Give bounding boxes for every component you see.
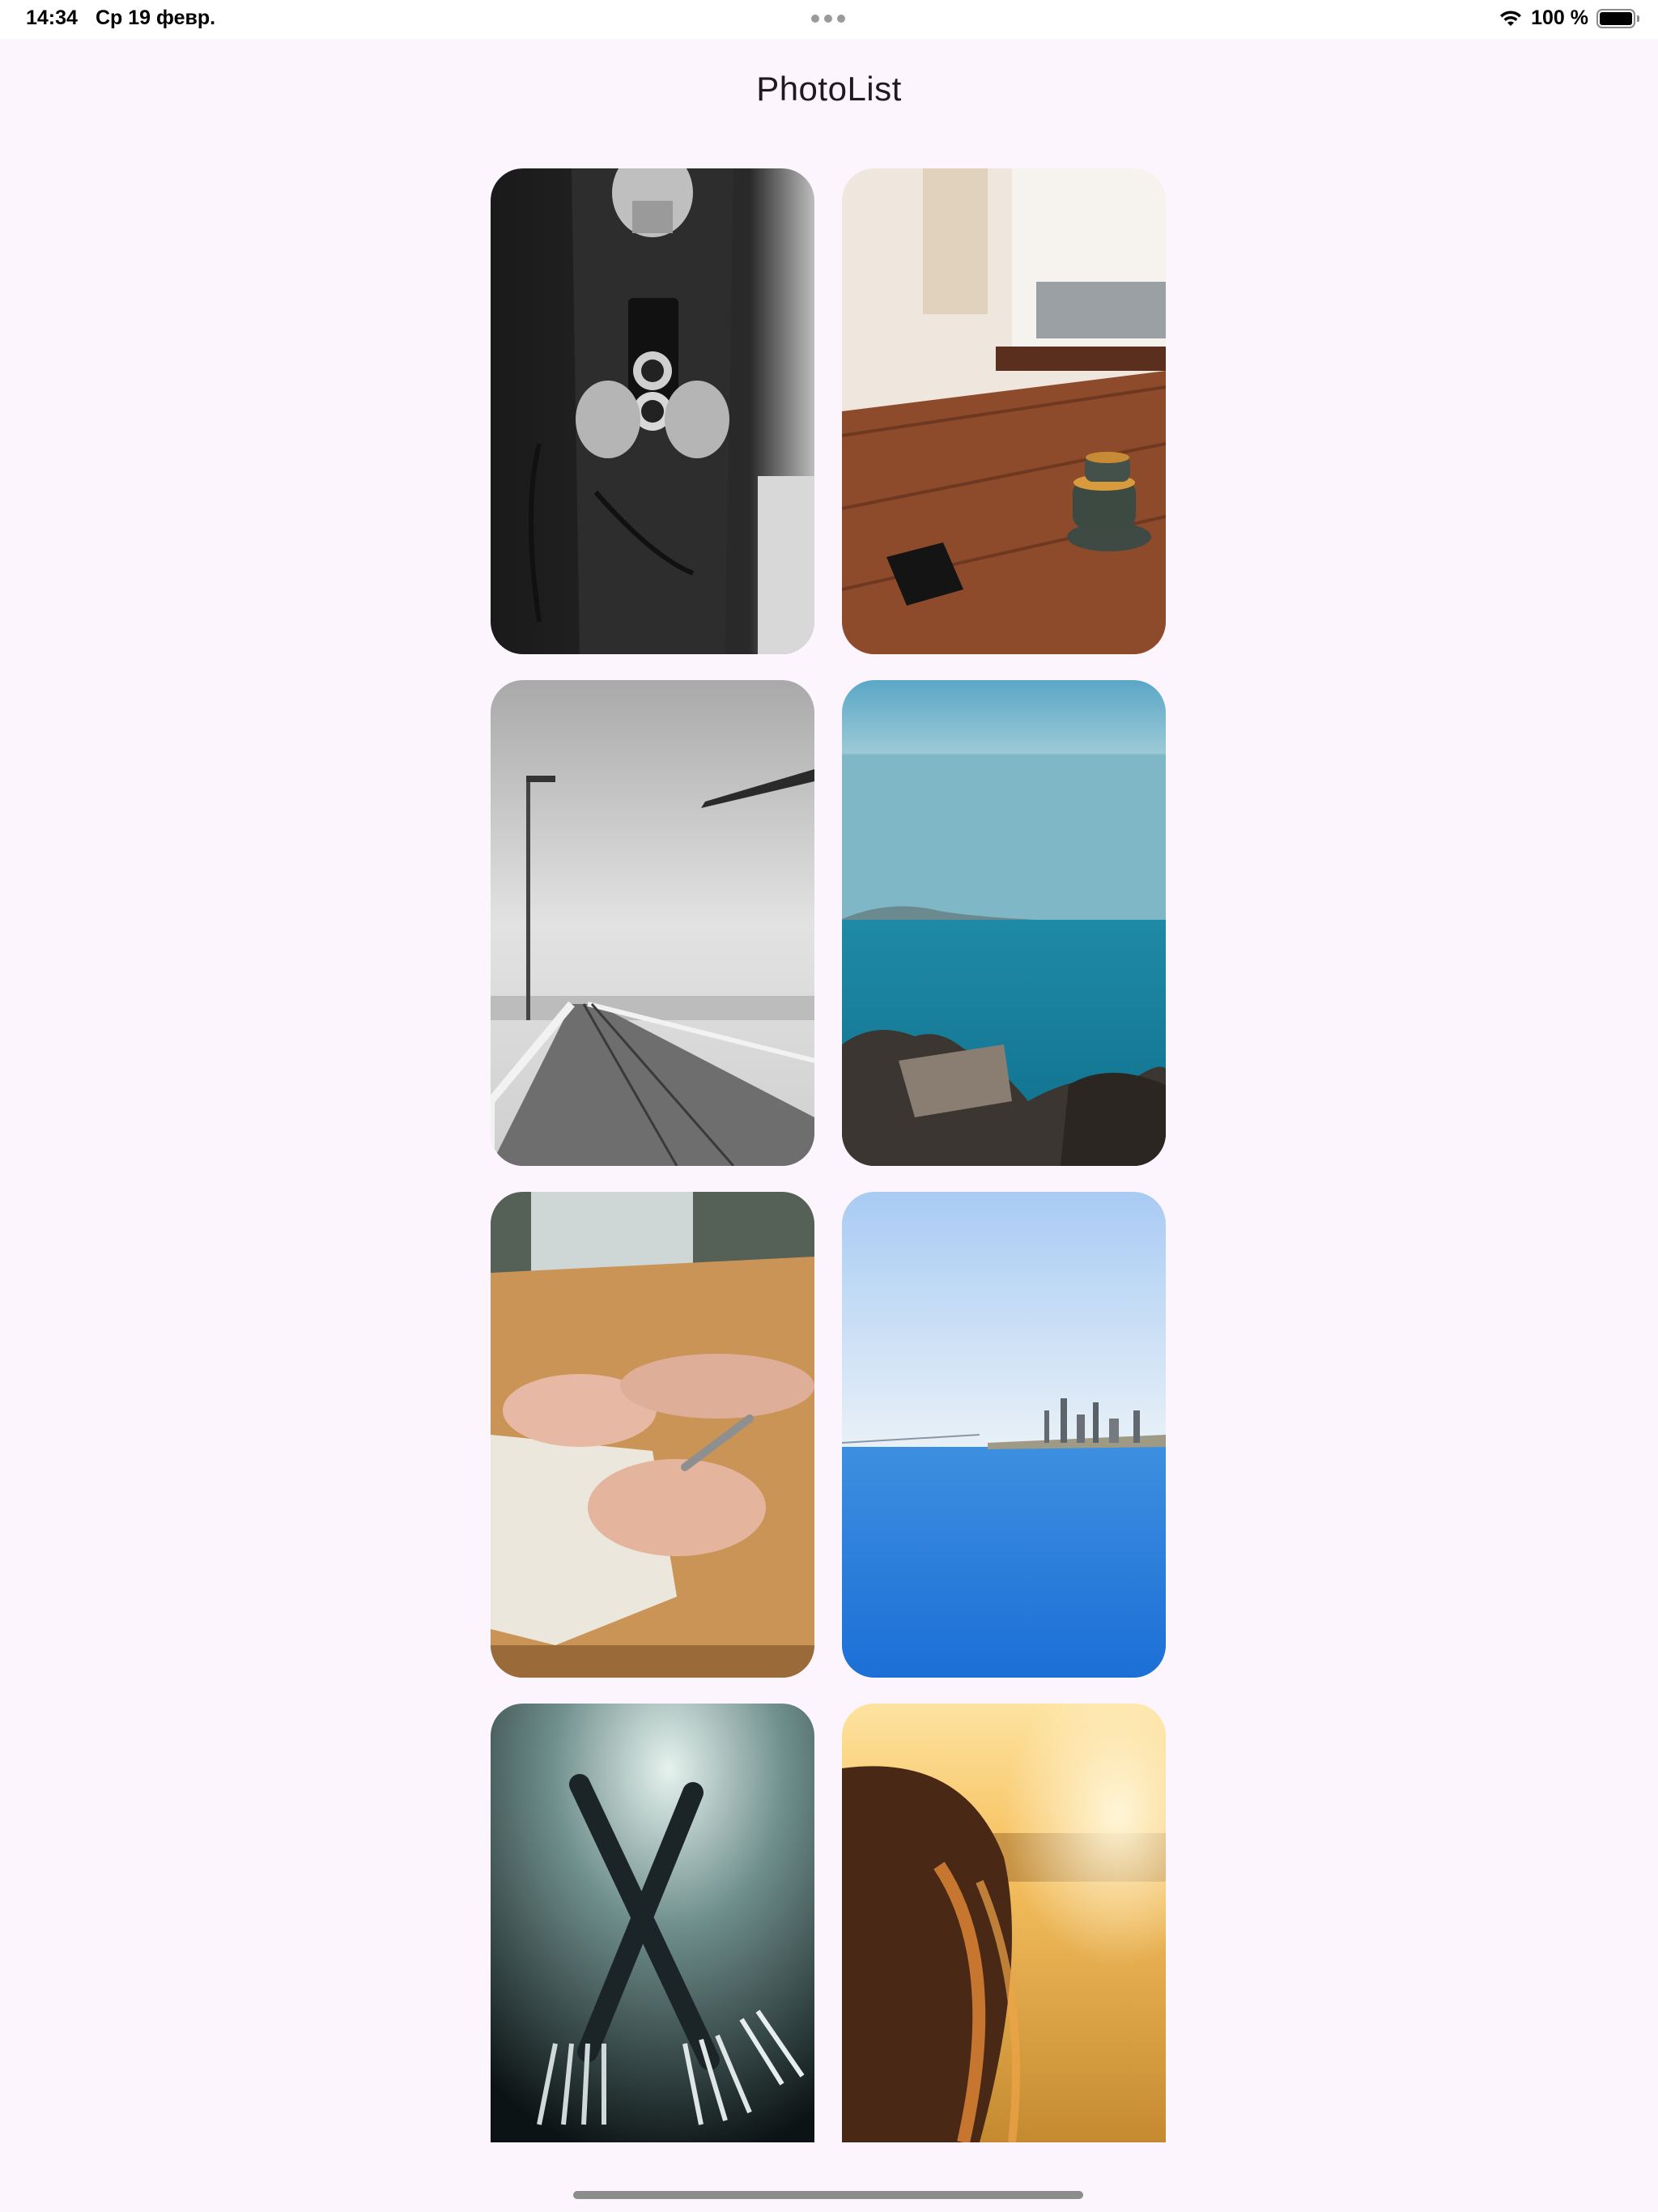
home-indicator[interactable] <box>573 2191 1083 2199</box>
photo-card-sea-rocks[interactable] <box>842 680 1166 1166</box>
battery-icon <box>1596 8 1639 28</box>
photo-card-city-sea[interactable] <box>842 1192 1166 1678</box>
photo-card-writing-hands[interactable] <box>491 1192 814 1678</box>
sea-rocks-photo-image <box>842 680 1166 1166</box>
photo-card-cafe-table[interactable] <box>842 168 1166 654</box>
photo-card-pier[interactable] <box>491 680 814 1166</box>
status-bar: 14:34 Ср 19 февр. 100 % <box>0 0 1658 39</box>
sunset-hair-photo-image <box>842 1704 1166 2142</box>
page-title: PhotoList <box>756 70 902 108</box>
city-sea-photo-image <box>842 1192 1166 1678</box>
forks-photo-image <box>491 1704 814 2142</box>
status-indicators: 100 % <box>1499 6 1639 30</box>
photo-card-forks[interactable] <box>491 1704 814 2142</box>
status-date: Ср 19 февр. <box>96 6 216 29</box>
photo-card-sunset-hair[interactable] <box>842 1704 1166 2142</box>
battery-percentage: 100 % <box>1531 6 1588 29</box>
status-time: 14:34 <box>26 6 78 29</box>
writing-hands-photo-image <box>491 1192 814 1678</box>
pier-photo-image <box>491 680 814 1166</box>
photo-card-camera[interactable] <box>491 168 814 654</box>
cafe-table-photo-image <box>842 168 1166 654</box>
wifi-icon <box>1499 10 1523 28</box>
multitasking-dots-icon[interactable] <box>811 15 845 23</box>
photo-grid <box>491 168 1166 2142</box>
camera-photo-image <box>491 168 814 654</box>
